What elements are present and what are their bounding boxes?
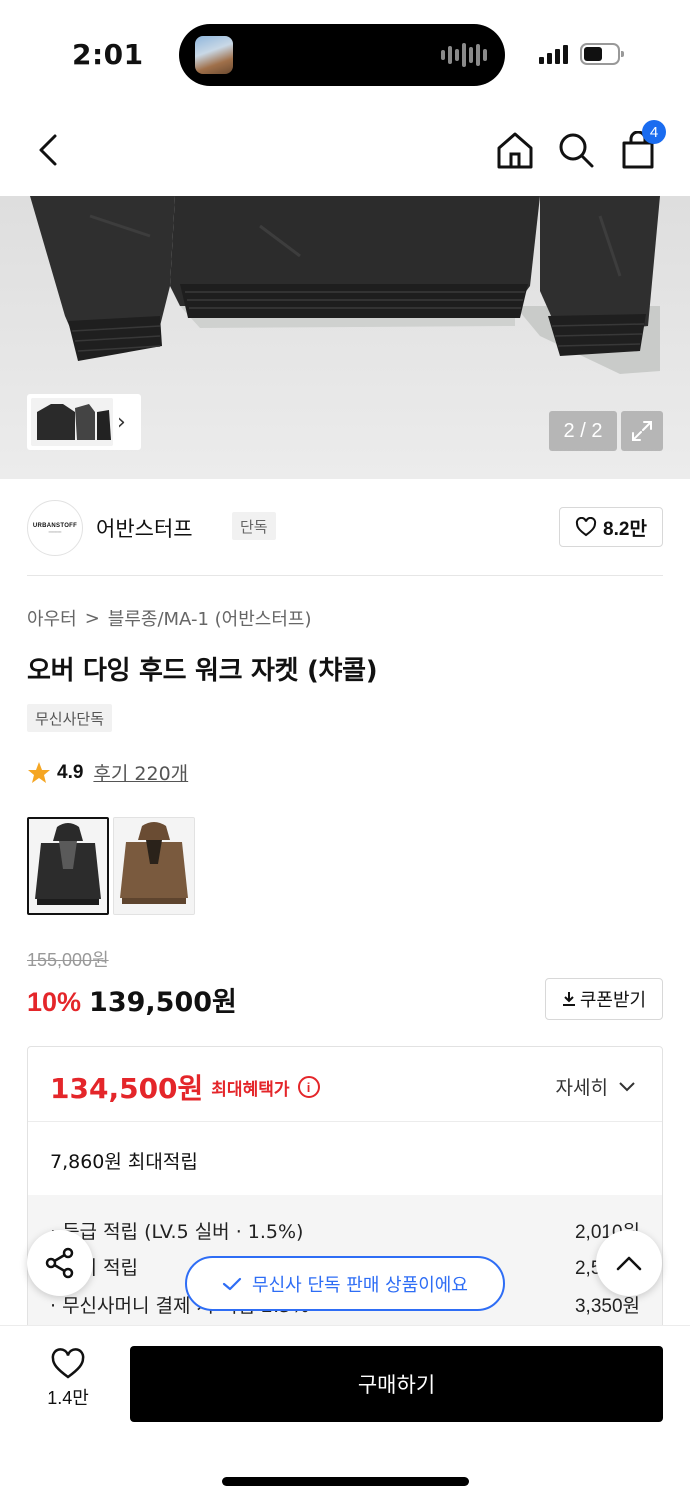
- back-button[interactable]: [26, 126, 70, 174]
- status-time: 2:01: [72, 38, 144, 71]
- cart-button[interactable]: 4: [616, 120, 666, 174]
- color-swatches: [27, 817, 195, 915]
- bottom-action-bar: 1.4만 구매하기: [0, 1325, 690, 1500]
- max-point: 7,860원 최대적립: [50, 1151, 198, 1173]
- expand-icon: [632, 421, 652, 441]
- brand-exclusive-tag: 단독: [232, 512, 276, 540]
- cellular-signal-icon: [539, 44, 568, 64]
- price-row: 10% 139,500원: [27, 980, 237, 1019]
- chevron-left-icon: [39, 134, 57, 166]
- detail-label: 자세히: [555, 1077, 608, 1099]
- brand-logo-subtext: ━━━━━━━: [48, 529, 62, 534]
- audio-waveform-icon: [441, 42, 487, 68]
- buy-button[interactable]: 구매하기: [130, 1346, 663, 1422]
- share-icon: [45, 1247, 74, 1279]
- rating-summary: 4.9 후기 220개: [27, 759, 188, 786]
- home-indicator: [222, 1477, 469, 1486]
- home-icon: [497, 132, 533, 169]
- search-icon: [559, 133, 594, 168]
- brand-like-button[interactable]: 8.2만: [559, 507, 663, 547]
- home-button[interactable]: [493, 126, 537, 174]
- breadcrumb-subcategory[interactable]: 블루종/MA-1 (어반스터프): [108, 605, 312, 631]
- status-bar: 2:01: [0, 0, 690, 108]
- now-playing-artwork: [195, 36, 233, 74]
- battery-icon: [580, 43, 624, 65]
- product-title: 오버 다잉 후드 워크 자켓 (챠콜): [27, 656, 378, 686]
- dynamic-island: [179, 24, 505, 86]
- review-count-link[interactable]: 후기 220개: [93, 759, 188, 786]
- image-page-counter: 2 / 2: [549, 411, 617, 451]
- discount-rate: 10%: [27, 987, 82, 1017]
- sale-price: 139,500원: [89, 987, 237, 1018]
- rating-value: 4.9: [57, 761, 84, 783]
- brand-row[interactable]: URBANSTOFF ━━━━━━━ 어반스터프 단독 8.2만: [27, 498, 663, 556]
- cart-count-badge: 4: [642, 120, 666, 144]
- max-benefit-header: 134,500원 최대혜택가 i: [50, 1067, 320, 1107]
- coupon-label: 쿠폰받기: [579, 990, 647, 1011]
- brand-logo[interactable]: URBANSTOFF ━━━━━━━: [27, 500, 83, 556]
- benefit-detail-toggle[interactable]: 자세히: [556, 1073, 636, 1100]
- checkmark-icon: [222, 1277, 242, 1290]
- charcoal-jacket-thumbnail: [29, 819, 107, 913]
- exclusive-toast: 무신사 단독 판매 상품이에요: [185, 1256, 505, 1311]
- breadcrumb-separator: >: [84, 607, 100, 629]
- breadcrumb-category[interactable]: 아우터: [27, 605, 77, 631]
- scroll-to-top-button[interactable]: [596, 1230, 662, 1296]
- brand-logo-text: URBANSTOFF: [32, 522, 78, 529]
- chevron-up-icon: [616, 1256, 642, 1271]
- info-icon[interactable]: i: [297, 1076, 320, 1098]
- coupon-download-button[interactable]: 쿠폰받기: [545, 978, 663, 1020]
- top-nav-bar: 4: [0, 108, 690, 196]
- star-icon: [28, 761, 50, 783]
- product-like-count: 1.4만: [47, 1388, 89, 1408]
- thumbnail-image: [31, 398, 113, 446]
- brand-like-count: 8.2만: [603, 518, 647, 540]
- color-swatch-charcoal[interactable]: [27, 817, 109, 915]
- expand-image-button[interactable]: [621, 411, 663, 451]
- max-benefit-label: 최대혜택가: [211, 1079, 290, 1100]
- product-like-button[interactable]: 1.4만: [28, 1348, 108, 1418]
- jacket-thumbnail: [31, 398, 113, 446]
- heart-icon: [51, 1348, 85, 1379]
- section-divider: [27, 575, 663, 576]
- download-icon: [562, 992, 575, 1006]
- max-benefit-price: 134,500원: [50, 1072, 204, 1105]
- share-button[interactable]: [27, 1230, 93, 1296]
- point-label: · 등급 적립 (LV.5 실버 · 1.5%): [50, 1221, 304, 1243]
- search-button[interactable]: [554, 126, 598, 174]
- benefit-divider: [28, 1121, 662, 1122]
- chevron-down-icon: [619, 1081, 635, 1091]
- product-image-carousel[interactable]: › 2 / 2: [0, 196, 690, 479]
- toast-text: 무신사 단독 판매 상품이에요: [252, 1274, 468, 1296]
- exclusive-badge: 무신사단독: [27, 704, 113, 732]
- brand-name[interactable]: 어반스터프: [96, 513, 193, 543]
- color-swatch-brown[interactable]: [113, 817, 195, 915]
- original-price: 155,000원: [27, 950, 109, 970]
- chevron-right-icon: ›: [117, 409, 126, 435]
- heart-icon: [575, 517, 597, 537]
- thumbnail-strip[interactable]: ›: [27, 394, 141, 450]
- brown-jacket-thumbnail: [114, 818, 194, 914]
- point-row: · 등급 적립 (LV.5 실버 · 1.5%) 2,010원: [50, 1217, 640, 1245]
- breadcrumb: 아우터 > 블루종/MA-1 (어반스터프): [27, 605, 312, 631]
